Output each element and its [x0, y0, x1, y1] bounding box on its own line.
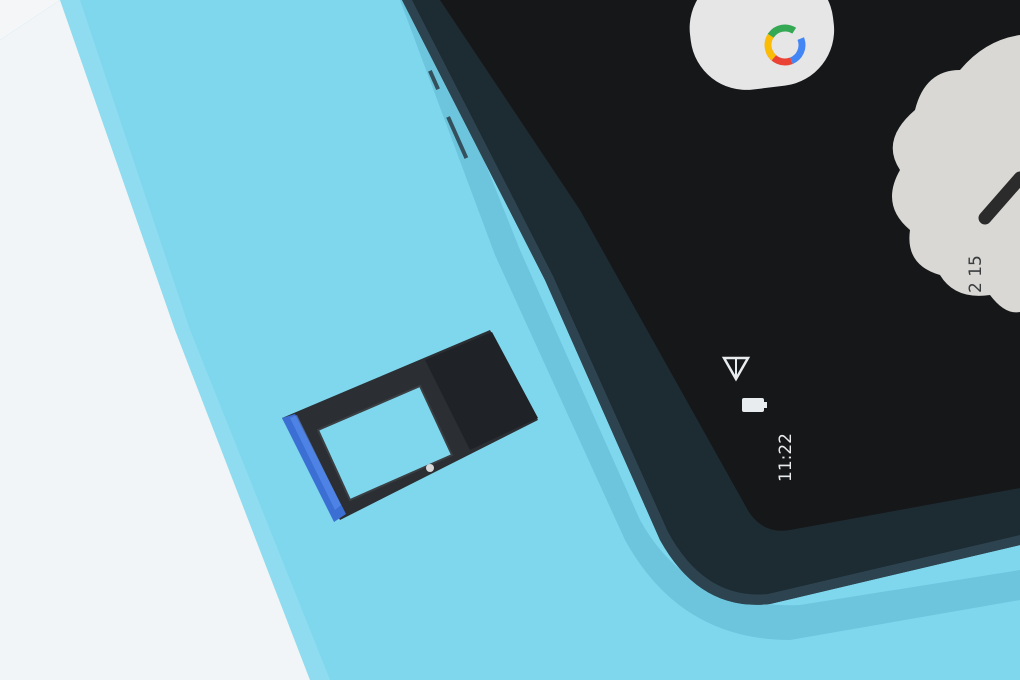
battery-icon: [742, 398, 767, 412]
photo-scene: 11:22 2 15: [0, 0, 1020, 680]
tray-contact: [426, 464, 434, 472]
clock-text: 11:22: [776, 433, 796, 482]
date-text: 2 15: [966, 255, 986, 293]
photo-illustration: [0, 0, 1020, 680]
